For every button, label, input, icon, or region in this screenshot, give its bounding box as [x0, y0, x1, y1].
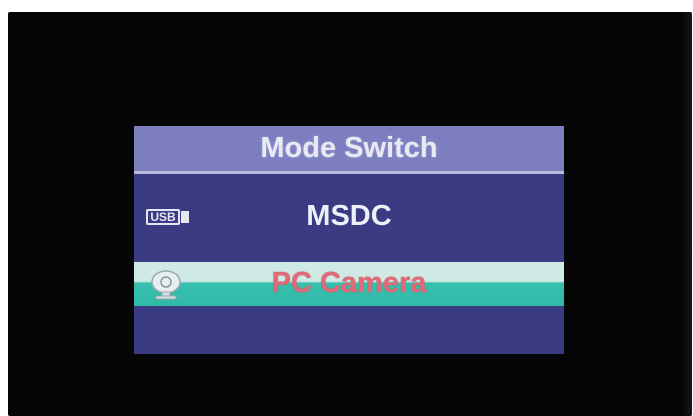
menu-item-pc-camera[interactable]: PC Camera [134, 262, 564, 306]
empty-menu-area [134, 306, 564, 354]
device-bezel: Mode Switch USB MSDC PC Camera [8, 12, 692, 416]
bezel-edge [682, 12, 692, 416]
menu-item-msdc[interactable]: USB MSDC [134, 174, 564, 260]
lcd-screen: Mode Switch USB MSDC PC Camera [134, 126, 564, 354]
menu-item-label: MSDC [306, 200, 392, 232]
menu-item-label: PC Camera [271, 267, 427, 299]
menu-title: Mode Switch [260, 132, 438, 164]
photo-frame: Mode Switch USB MSDC PC Camera [0, 0, 693, 416]
title-bar: Mode Switch [134, 126, 564, 171]
